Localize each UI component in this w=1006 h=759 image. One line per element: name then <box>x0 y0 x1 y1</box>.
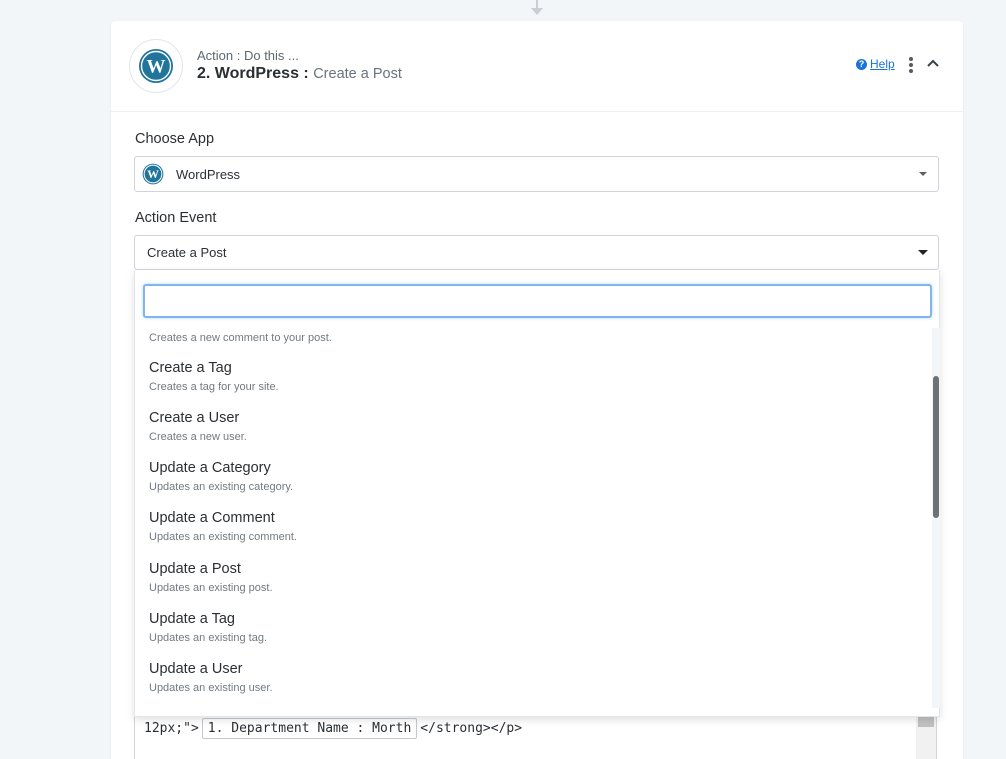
option-update-tag[interactable]: Update a Tag Updates an existing tag. <box>135 611 931 661</box>
option-update-user[interactable]: Update a User Updates an existing user. <box>135 661 931 706</box>
wordpress-icon: W <box>142 163 164 185</box>
editor-scrollbar-thumb[interactable] <box>918 717 934 727</box>
option-title: Update a Tag <box>149 611 235 627</box>
option-description: Creates a tag for your site. <box>149 381 279 393</box>
action-event-dropdown: Creates a new comment to your post. Crea… <box>134 270 940 717</box>
option-description: Updates an existing category. <box>149 481 294 493</box>
content-editor[interactable]: 12px;"> 1. Department Name : Morth </str… <box>134 712 937 759</box>
svg-text:W: W <box>147 168 159 181</box>
editor-prefix: 12px;"> <box>144 721 199 736</box>
choose-app-select[interactable]: W WordPress <box>134 156 939 192</box>
action-event-select[interactable]: Create a Post <box>134 235 939 270</box>
event-options-list: Creates a new comment to your post. Crea… <box>135 328 931 706</box>
option-description: Creates a new comment to your post. <box>149 332 332 344</box>
option-title: Update a Comment <box>149 510 275 526</box>
option-title: Update a Category <box>149 460 271 476</box>
option-title: Create a Tag <box>149 360 232 376</box>
option-title: Create a User <box>149 410 240 426</box>
editor-scrollbar[interactable] <box>916 713 936 759</box>
editor-suffix: </strong></p> <box>420 721 523 736</box>
step-app-title: 2. WordPress : <box>197 65 309 82</box>
option-description: Updates an existing user. <box>149 682 273 694</box>
option-update-category[interactable]: Update a Category Updates an existing ca… <box>135 460 931 510</box>
action-event-value: Create a Post <box>147 245 227 260</box>
option-description: Updates an existing tag. <box>149 632 268 644</box>
wordpress-logo: W <box>129 39 183 93</box>
event-search-input[interactable] <box>143 284 932 318</box>
dropdown-scrollbar-thumb[interactable] <box>933 376 939 518</box>
step-event-name: Create a Post <box>313 66 402 82</box>
option-description: Creates a new user. <box>149 431 247 443</box>
step-title: 2. WordPress : Create a Post <box>197 65 402 83</box>
wordpress-icon: W <box>139 49 173 83</box>
option-update-post[interactable]: Update a Post Updates an existing post. <box>135 561 931 611</box>
option-description: Updates an existing comment. <box>149 531 297 543</box>
editor-line: 12px;"> 1. Department Name : Morth </str… <box>144 718 522 739</box>
choose-app-label: Choose App <box>135 131 215 147</box>
more-options-icon[interactable] <box>908 57 914 73</box>
question-icon: ? <box>856 58 867 70</box>
option-title: Update a User <box>149 661 243 677</box>
caret-down-icon <box>918 250 928 255</box>
mapped-field-pill[interactable]: 1. Department Name : Morth <box>201 718 418 739</box>
connector-arrow-icon <box>531 8 543 15</box>
action-event-label: Action Event <box>135 210 217 226</box>
help-link[interactable]: ? Help <box>856 57 895 71</box>
option-create-tag[interactable]: Create a Tag Creates a tag for your site… <box>135 360 931 410</box>
option-create-user[interactable]: Create a User Creates a new user. <box>135 410 931 460</box>
option-description: Updates an existing post. <box>149 582 273 594</box>
help-label: Help <box>870 57 895 71</box>
svg-text:W: W <box>147 57 166 78</box>
step-header[interactable]: W Action : Do this ... 2. WordPress : Cr… <box>111 21 963 112</box>
option-update-comment[interactable]: Update a Comment Updates an existing com… <box>135 510 931 560</box>
caret-down-icon <box>919 172 927 176</box>
step-subtitle: Action : Do this ... <box>197 48 299 63</box>
choose-app-value: WordPress <box>176 166 241 182</box>
option-title: Update a Post <box>149 561 241 577</box>
chevron-up-icon[interactable] <box>926 57 940 69</box>
